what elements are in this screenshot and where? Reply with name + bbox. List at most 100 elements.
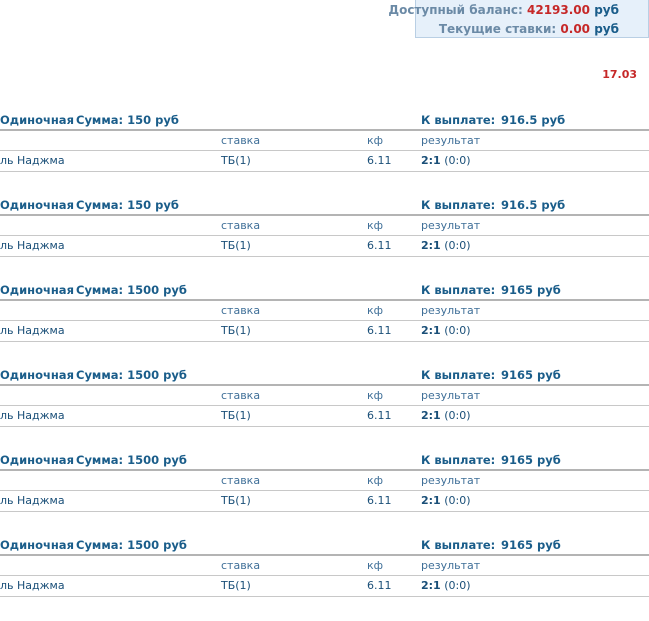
event-score: 2:1: [421, 409, 441, 422]
bet-sum: Сумма: 1500 руб: [76, 368, 187, 382]
bet-column-headers: ставка кф результат: [0, 556, 649, 576]
payout-label: К выплате:: [421, 538, 496, 552]
column-result: результат: [421, 304, 481, 317]
bet-sum-value: 1500 руб: [127, 283, 187, 297]
column-coef: кф: [367, 474, 384, 487]
bet-column-headers: ставка кф результат: [0, 301, 649, 321]
bet-event-row: ль Наджма ТБ(1) 6.11 2:1 (0:0): [0, 321, 649, 342]
bet-sum-value: 150 руб: [127, 113, 179, 127]
column-coef: кф: [367, 304, 384, 317]
bet-header: Одиночная Сумма: 1500 руб К выплате: 916…: [0, 366, 649, 386]
event-coef: 6.11: [367, 239, 392, 252]
bet-card: Одиночная Сумма: 150 руб К выплате: 916.…: [0, 111, 649, 196]
bet-sum: Сумма: 150 руб: [76, 198, 179, 212]
current-bets-value: 0.00: [560, 22, 591, 36]
event-result: 2:1 (0:0): [421, 324, 471, 337]
event-halftime: (0:0): [444, 409, 471, 422]
event-name: ль Наджма: [0, 409, 65, 422]
event-bet: ТБ(1): [221, 579, 251, 592]
current-bets-label: Текущие ставки:: [438, 22, 557, 36]
bet-column-headers: ставка кф результат: [0, 386, 649, 406]
balance-panel: Доступный баланс: 42193.00 руб Текущие с…: [388, 0, 649, 38]
event-bet: ТБ(1): [221, 239, 251, 252]
bet-event-row: ль Наджма ТБ(1) 6.11 2:1 (0:0): [0, 236, 649, 257]
event-halftime: (0:0): [444, 579, 471, 592]
column-result: результат: [421, 474, 481, 487]
bet-type: Одиночная: [0, 113, 74, 127]
column-bet: ставка: [221, 304, 261, 317]
current-bets-currency: руб: [594, 22, 619, 36]
payout-value: 9165 руб: [501, 453, 561, 467]
available-balance-label: Доступный баланс:: [388, 3, 523, 17]
payout-value: 9165 руб: [501, 368, 561, 382]
column-coef: кф: [367, 219, 384, 232]
bet-card: Одиночная Сумма: 150 руб К выплате: 916.…: [0, 196, 649, 281]
column-coef: кф: [367, 389, 384, 402]
bet-sum-label: Сумма:: [76, 283, 124, 297]
event-result: 2:1 (0:0): [421, 579, 471, 592]
bet-column-headers: ставка кф результат: [0, 131, 649, 151]
column-bet: ставка: [221, 219, 261, 232]
event-name: ль Наджма: [0, 579, 65, 592]
bet-event-row: ль Наджма ТБ(1) 6.11 2:1 (0:0): [0, 576, 649, 597]
event-score: 2:1: [421, 579, 441, 592]
bet-header: Одиночная Сумма: 1500 руб К выплате: 916…: [0, 281, 649, 301]
bet-sum: Сумма: 1500 руб: [76, 453, 187, 467]
payout-label: К выплате:: [421, 453, 496, 467]
bet-column-headers: ставка кф результат: [0, 471, 649, 491]
event-result: 2:1 (0:0): [421, 154, 471, 167]
event-bet: ТБ(1): [221, 324, 251, 337]
event-score: 2:1: [421, 494, 441, 507]
payout-label: К выплате:: [421, 198, 496, 212]
event-coef: 6.11: [367, 579, 392, 592]
bet-sum-label: Сумма:: [76, 538, 124, 552]
bet-column-headers: ставка кф результат: [0, 216, 649, 236]
column-result: результат: [421, 559, 481, 572]
event-name: ль Наджма: [0, 154, 65, 167]
available-balance-currency: руб: [594, 3, 619, 17]
bet-sum-value: 1500 руб: [127, 538, 187, 552]
bet-sum: Сумма: 1500 руб: [76, 538, 187, 552]
event-bet: ТБ(1): [221, 494, 251, 507]
event-name: ль Наджма: [0, 324, 65, 337]
column-bet: ставка: [221, 134, 261, 147]
event-result: 2:1 (0:0): [421, 239, 471, 252]
column-bet: ставка: [221, 474, 261, 487]
event-score: 2:1: [421, 154, 441, 167]
date-label: 17.03: [602, 68, 637, 81]
event-score: 2:1: [421, 324, 441, 337]
bet-type: Одиночная: [0, 283, 74, 297]
bet-event-row: ль Наджма ТБ(1) 6.11 2:1 (0:0): [0, 406, 649, 427]
event-halftime: (0:0): [444, 494, 471, 507]
payout-value: 916.5 руб: [501, 198, 566, 212]
column-coef: кф: [367, 559, 384, 572]
event-coef: 6.11: [367, 324, 392, 337]
bet-header: Одиночная Сумма: 1500 руб К выплате: 916…: [0, 536, 649, 556]
bet-type: Одиночная: [0, 453, 74, 467]
bet-sum-value: 150 руб: [127, 198, 179, 212]
payout-value: 9165 руб: [501, 283, 561, 297]
bet-sum: Сумма: 1500 руб: [76, 283, 187, 297]
current-bets: Текущие ставки: 0.00 руб: [439, 22, 619, 36]
event-bet: ТБ(1): [221, 409, 251, 422]
bet-type: Одиночная: [0, 368, 74, 382]
bet-header: Одиночная Сумма: 150 руб К выплате: 916.…: [0, 196, 649, 216]
available-balance: Доступный баланс: 42193.00 руб: [388, 3, 619, 17]
available-balance-value: 42193.00: [527, 3, 591, 17]
bet-sum-label: Сумма:: [76, 453, 124, 467]
event-halftime: (0:0): [444, 239, 471, 252]
bet-card: Одиночная Сумма: 1500 руб К выплате: 916…: [0, 451, 649, 536]
bet-sum-label: Сумма:: [76, 113, 124, 127]
bet-sum-value: 1500 руб: [127, 453, 187, 467]
payout-value: 9165 руб: [501, 538, 561, 552]
event-coef: 6.11: [367, 494, 392, 507]
column-bet: ставка: [221, 389, 261, 402]
bet-type: Одиночная: [0, 198, 74, 212]
bet-sum: Сумма: 150 руб: [76, 113, 179, 127]
column-coef: кф: [367, 134, 384, 147]
bet-sum-label: Сумма:: [76, 368, 124, 382]
event-name: ль Наджма: [0, 494, 65, 507]
column-result: результат: [421, 134, 481, 147]
bet-event-row: ль Наджма ТБ(1) 6.11 2:1 (0:0): [0, 151, 649, 172]
bet-card: Одиночная Сумма: 1500 руб К выплате: 916…: [0, 536, 649, 621]
